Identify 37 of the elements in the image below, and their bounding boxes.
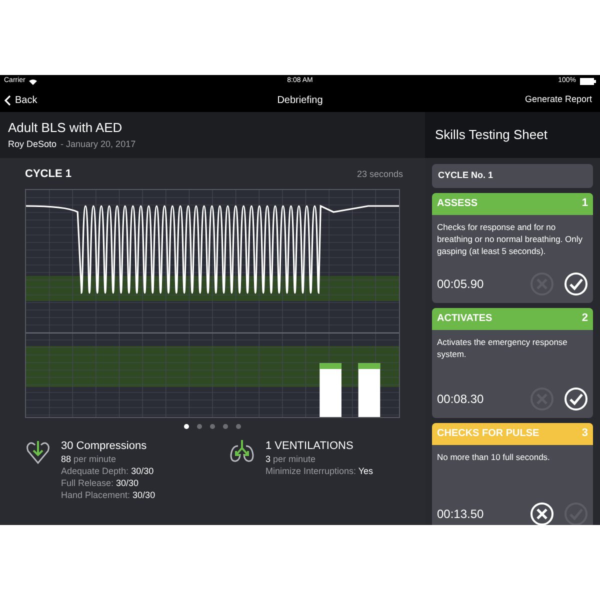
cycle-title: CYCLE 1 [25, 167, 72, 182]
stat-line: Full Release: 30/30 [61, 476, 140, 488]
skill-description: Activates the emergency response system. [436, 336, 568, 361]
stat-line: Minimize Interruptions: Yes [266, 464, 374, 476]
rate-text: 3 per minute [266, 452, 317, 464]
stat-line: Hand Placement: 30/30 [61, 488, 156, 500]
ventilation-bar [358, 362, 380, 416]
student-name: Roy DeSoto [8, 138, 57, 151]
stat-title: 30 Compressions [61, 438, 148, 452]
ventilation-bar [320, 362, 342, 416]
skill-title: CHECKS FOR PULSE [437, 427, 540, 441]
skill-number: 1 [582, 196, 588, 212]
skill-time: 00:13.50 [437, 506, 485, 522]
chevron-left-icon [4, 94, 11, 106]
skill-time: 00:05.90 [437, 276, 485, 292]
battery-icon [580, 78, 596, 85]
skill-description: No more than 10 full seconds. [436, 450, 551, 464]
skill-title: ACTIVATES [437, 312, 492, 326]
heart-arrow-icon [25, 438, 51, 464]
back-button[interactable]: Back [4, 92, 124, 108]
skill-number: 3 [582, 426, 588, 442]
sheet-title: Skills Testing Sheet [435, 126, 548, 144]
generate-report-button[interactable]: Generate Report [476, 93, 596, 107]
skill-number: 2 [582, 311, 588, 326]
scenario-title: Adult BLS with AED [8, 120, 124, 136]
skill-title: ASSESS [437, 197, 478, 211]
cycle-number-label: CYCLE No. 1 [432, 164, 593, 188]
cycle-duration: 23 seconds [356, 168, 403, 180]
rate-text: 88 per minute [61, 452, 118, 464]
lungs-icon [228, 438, 256, 464]
skill-time: 00:08.30 [437, 390, 485, 408]
screen-title: Debriefing [277, 94, 323, 108]
stat-line: Adequate Depth: 30/30 [61, 464, 155, 476]
session-date: - January 20, 2017 [60, 138, 136, 151]
wifi-icon [29, 78, 38, 84]
stat-title: 1 VENTILATIONS [266, 438, 354, 452]
skill-description: Checks for response and for no breathing or no normal breathing. Only gasping (at least 5 seconds). [436, 220, 584, 258]
